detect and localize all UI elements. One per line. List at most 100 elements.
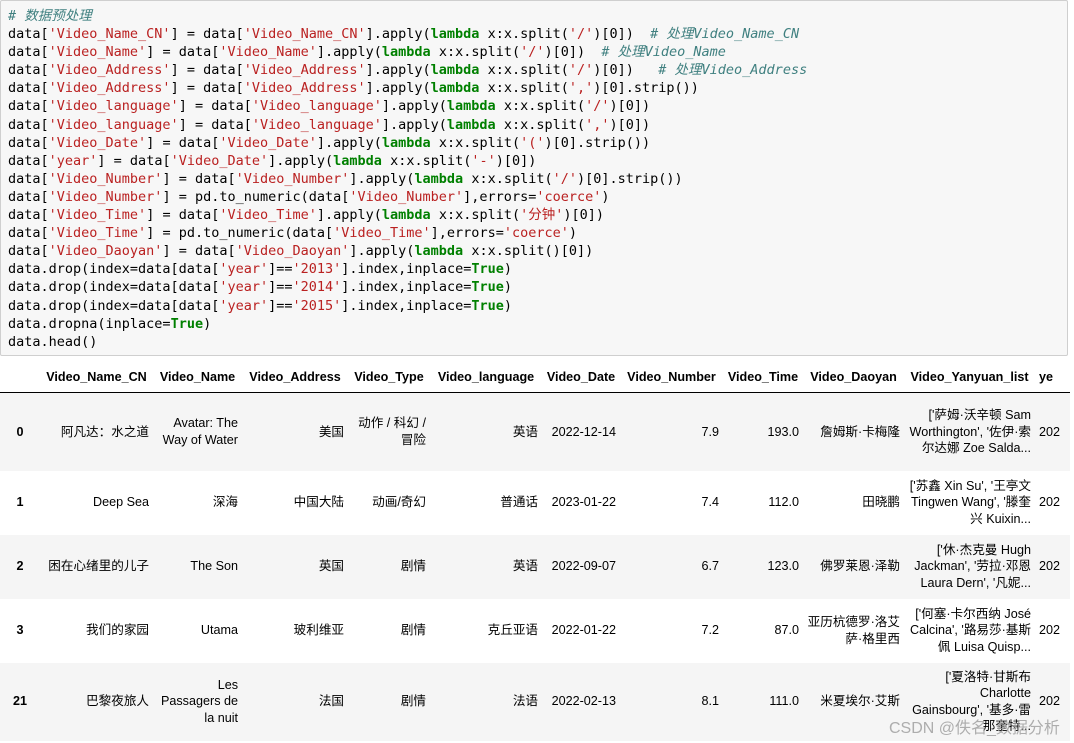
code-token: ] = data[ [146,134,220,151]
code-token: 'Video_Daoyan' [235,243,350,260]
code-token: ].index,inplace= [341,261,472,278]
code-token: 'year' [219,261,269,278]
code-token: data[ [8,26,49,43]
code-token: '/' [568,26,594,43]
code-token: data[ [8,207,49,224]
code-token: x:x.split( [495,98,586,115]
code-token: lambda [430,80,480,97]
code-token: 'Video_Name_CN' [48,26,171,43]
code-line: data['Video_Time'] = pd.to_numeric(data[… [8,224,1067,242]
code-token: ] = data[ [178,98,252,115]
row-index: 1 [16,495,24,510]
code-token: True [170,315,204,332]
column-header: Video_language [437,370,535,384]
code-token: data[ [8,80,49,97]
column-header: Video_Yanyuan_list [910,370,1029,384]
code-line: data['Video_Address'] = data['Video_Addr… [8,79,1067,97]
row-index: 0 [16,424,24,439]
code-token: data[ [8,188,49,205]
code-token: 'Video_Date' [170,152,269,169]
column-header: Video_Time [727,370,799,384]
code-token: data[ [8,44,49,61]
table-cell: The Son [190,559,238,574]
code-token: )[0]) [609,98,651,115]
code-token: x:x.split( [479,80,569,97]
code-token: ].apply( [349,170,415,187]
code-token: 'Video_Date' [219,134,317,151]
code-token: )[0]) [495,152,537,169]
column-header: Video_Address [249,370,341,384]
code-token: data.drop(index=data[data[ [8,279,220,296]
table-cell: 87.0 [774,623,799,638]
column-header: Video_Date [546,370,616,384]
code-line: # 数据预处理 [8,7,1067,25]
code-token: 'Video_Time' [48,207,147,224]
code-token: ],errors= [430,225,504,242]
cast-list-text: ['萨姆·沃辛顿 Sam Worthington', '佐伊·索尔达娜 Zoe … [909,408,1031,455]
table-cell: 8.1 [701,694,719,709]
table-row: 3 我们的家园 Utama 玻利维亚 剧情 克丘亚语 2022-01-22 7.2 87.0 亚历… [0,599,1070,663]
code-token: ) [601,188,610,205]
code-token: data.drop(index=data[data[ [8,261,220,278]
code-token: lambda [381,207,431,224]
table-cell: Utama [200,623,238,638]
table-cell: ['休·杰克曼 Hugh Jackman', '劳拉·邓恩 Laura Dern… [904,535,1035,599]
code-line: data['Video_Number'] = data['Video_Numbe… [8,170,1067,188]
table-cell: 巴黎夜旅人 [86,694,149,709]
code-token: '/' [568,62,594,79]
table-cell: 玻利维亚 [293,623,344,638]
code-line: data.drop(index=data[data['year']=='2015… [8,297,1067,315]
code-token: lambda [414,243,464,260]
code-token: ) [503,261,512,278]
table-cell: 202 [1039,623,1061,638]
code-token: data.head() [8,333,98,350]
code-token: ',' [568,80,594,97]
code-token: 'Video_language' [251,98,382,115]
code-token: data.drop(index=data[data[ [8,297,220,314]
code-token: ].apply( [381,98,447,115]
code-editor[interactable]: # 数据预处理 data['Video_Name_CN'] = data['Vid… [8,7,1067,351]
code-token: lambda [333,152,382,169]
code-token: ] = pd.to_numeric(data[ [162,188,350,205]
table-cell: Avatar: The Way of Water [162,416,238,447]
code-token: ] = data[ [170,26,244,43]
code-token: ] = data[ [146,207,220,224]
code-token: ].apply( [365,26,431,43]
table-cell: 佛罗莱恩·泽勒 [820,559,900,574]
code-token: ] = data[ [97,152,171,169]
table-cell: 法语 [512,694,538,709]
code-token: lambda [446,98,496,115]
column-header: Video_Daoyan [810,370,897,384]
table-row: 2 困在心绪里的儿子 The Son 英国 剧情 英语 2022-09-07 6.7 123.0… [0,534,1070,599]
code-token: lambda [446,116,496,133]
column-header: Video_Name [159,370,236,384]
code-line: data['Video_language'] = data['Video_lan… [8,97,1067,115]
code-token: 'Video_Daoyan' [48,243,163,260]
code-cell[interactable]: # 数据预处理 data['Video_Name_CN'] = data['Vid… [0,0,1068,356]
code-token: 'Video_Address' [243,80,366,97]
table-cell: 2022-09-07 [551,559,616,574]
table-cell: 7.9 [701,424,719,439]
table-cell: 剧情 [400,694,426,709]
code-token: 'year' [219,279,269,296]
column-header: Video_Type [354,370,424,384]
code-token: data[ [8,98,49,115]
table-cell: 2022-01-22 [551,623,616,638]
table-cell: ['苏鑫 Xin Su', '王亭文 Tingwen Wang', '滕奎兴 K… [904,471,1035,535]
code-line: data['Video_Date'] = data['Video_Date'].… [8,134,1067,152]
code-token: 'Video_Name_CN' [243,26,366,43]
code-token: x:x.split( [430,134,521,151]
code-token: lambda [414,170,464,187]
table-cell: 深海 [212,495,238,510]
code-token: ] = data[ [162,243,236,260]
code-token: ].apply( [268,152,334,169]
code-token: ) [203,315,212,332]
table-cell: 阿凡达：水之道 [60,424,149,439]
code-token: 'Video_language' [48,116,179,133]
code-token: ].apply( [381,116,447,133]
code-token: ] = pd.to_numeric(data[ [146,225,334,242]
table-cell: 123.0 [767,559,799,574]
code-token: lambda [430,62,480,79]
column-header: Video_Name_CN [46,370,147,384]
table-cell: 英语 [512,424,538,439]
